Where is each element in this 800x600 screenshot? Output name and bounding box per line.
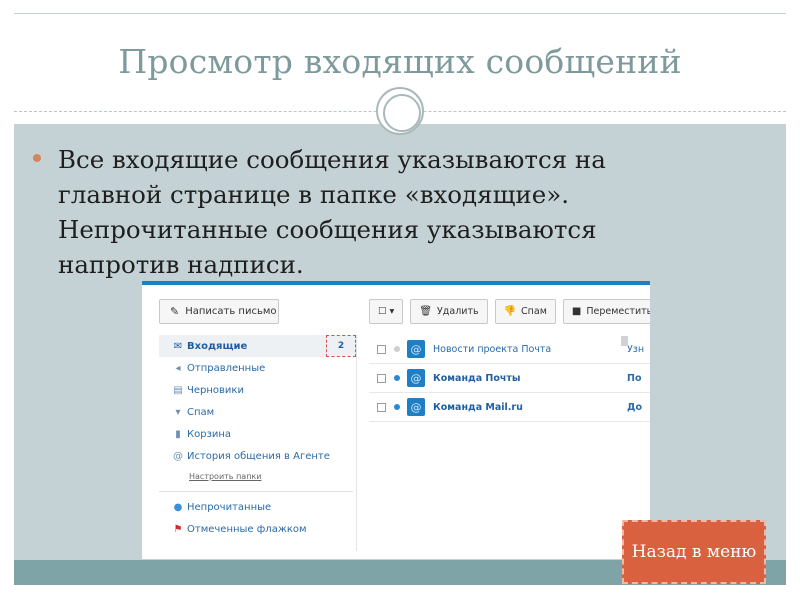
flag-marker-icon[interactable] bbox=[621, 336, 628, 346]
message-subject: Узн bbox=[627, 343, 645, 355]
unread-count-badge: 2 bbox=[326, 335, 356, 357]
sender-avatar: @ bbox=[407, 398, 425, 416]
folder-label: Входящие bbox=[187, 340, 248, 352]
delete-label: Удалить bbox=[437, 306, 479, 317]
mail-toolbar: ☐ ▾ 🗑 Удалить 👎 Спам ■ Переместить bbox=[369, 299, 650, 324]
setup-folders-link[interactable]: Настроить папки bbox=[159, 467, 356, 485]
message-row[interactable]: @ Команда Почты По bbox=[369, 364, 650, 393]
message-sender: Команда Почты bbox=[433, 372, 521, 384]
sender-avatar: @ bbox=[407, 369, 425, 387]
filter-unread[interactable]: ● Непрочитанные bbox=[159, 496, 356, 518]
flag-icon: ⚑ bbox=[173, 523, 183, 535]
move-label: Переместить bbox=[586, 306, 650, 317]
folder-sent[interactable]: ◂ Отправленные bbox=[159, 357, 356, 379]
unread-status-dot[interactable] bbox=[394, 375, 400, 381]
read-status-dot[interactable] bbox=[394, 346, 400, 352]
envelope-icon: ✉ bbox=[173, 340, 183, 352]
slide-title: Просмотр входящих сообщений bbox=[118, 42, 682, 81]
pencil-icon: ✎ bbox=[170, 305, 180, 318]
at-sign-icon: @ bbox=[173, 450, 183, 462]
bullet-line: Все входящие сообщения указываются на bbox=[58, 145, 606, 174]
folder-drafts[interactable]: ▤ Черновики bbox=[159, 379, 356, 401]
filter-label: Непрочитанные bbox=[187, 501, 272, 513]
bullet-line: главной странице в папке «входящие». bbox=[58, 180, 569, 209]
message-row[interactable]: @ Новости проекта Почта Узн bbox=[369, 335, 650, 364]
sender-avatar: @ bbox=[407, 340, 425, 358]
folder-label: Корзина bbox=[187, 428, 232, 440]
unread-status-dot[interactable] bbox=[394, 404, 400, 410]
trash-icon: 🗑 bbox=[419, 306, 433, 317]
compose-button[interactable]: ✎ Написать письмо bbox=[159, 299, 279, 324]
document-icon: ▤ bbox=[173, 384, 183, 396]
bullet-line: Непрочитанные сообщения указываются bbox=[58, 215, 597, 244]
reply-arrow-icon: ◂ bbox=[175, 362, 181, 374]
spam-label: Спам bbox=[521, 306, 547, 317]
checkbox-dropdown-icon: ☐ ▾ bbox=[378, 306, 395, 317]
thumbs-down-icon: 👎 bbox=[503, 306, 517, 317]
unread-dot-icon: ● bbox=[173, 501, 183, 513]
compose-label: Написать письмо bbox=[185, 306, 277, 317]
back-to-menu-button[interactable]: Назад в меню bbox=[622, 520, 766, 584]
circle-ornament-icon bbox=[376, 87, 424, 135]
message-sender: Команда Mail.ru bbox=[433, 401, 523, 413]
row-checkbox[interactable] bbox=[377, 402, 386, 412]
thumbs-down-icon: ▾ bbox=[175, 406, 181, 418]
folder-label: Спам bbox=[187, 406, 215, 418]
folder-trash[interactable]: ▮ Корзина bbox=[159, 423, 356, 445]
message-subject: До bbox=[627, 401, 642, 413]
folder-sidebar: ✉ Входящие 2 ◂ Отправленные ▤ Черновики … bbox=[159, 335, 357, 551]
folder-inbox[interactable]: ✉ Входящие 2 bbox=[159, 335, 356, 357]
folder-agent-history[interactable]: @ История общения в Агенте bbox=[159, 445, 356, 467]
row-checkbox[interactable] bbox=[377, 373, 386, 383]
mail-screenshot: ✎ Написать письмо ☐ ▾ 🗑 Удалить 👎 Спам ■… bbox=[142, 281, 650, 559]
folder-spam[interactable]: ▾ Спам bbox=[159, 401, 356, 423]
folder-label: Отправленные bbox=[187, 362, 266, 374]
filter-label: Отмеченные флажком bbox=[187, 523, 307, 535]
message-list: @ Новости проекта Почта Узн @ Команда По… bbox=[369, 335, 650, 422]
bullet-icon bbox=[33, 154, 41, 162]
message-row[interactable]: @ Команда Mail.ru До bbox=[369, 393, 650, 422]
message-sender: Новости проекта Почта bbox=[433, 343, 552, 355]
message-subject: По bbox=[627, 372, 642, 384]
folder-label: История общения в Агенте bbox=[187, 450, 330, 462]
bullet-text: Все входящие сообщения указываются на гл… bbox=[58, 142, 698, 282]
row-checkbox[interactable] bbox=[377, 344, 386, 354]
filter-flagged[interactable]: ⚑ Отмеченные флажком bbox=[159, 518, 356, 540]
select-all-dropdown[interactable]: ☐ ▾ bbox=[369, 299, 404, 324]
trash-icon: ▮ bbox=[175, 428, 181, 440]
folder-label: Черновики bbox=[187, 384, 244, 396]
move-button[interactable]: ■ Переместить bbox=[562, 299, 650, 324]
bullet-line: напротив надписи. bbox=[58, 250, 304, 279]
sidebar-divider bbox=[159, 491, 353, 492]
delete-button[interactable]: 🗑 Удалить bbox=[410, 299, 488, 324]
spam-button[interactable]: 👎 Спам bbox=[494, 299, 556, 324]
folder-icon: ■ bbox=[571, 306, 582, 317]
